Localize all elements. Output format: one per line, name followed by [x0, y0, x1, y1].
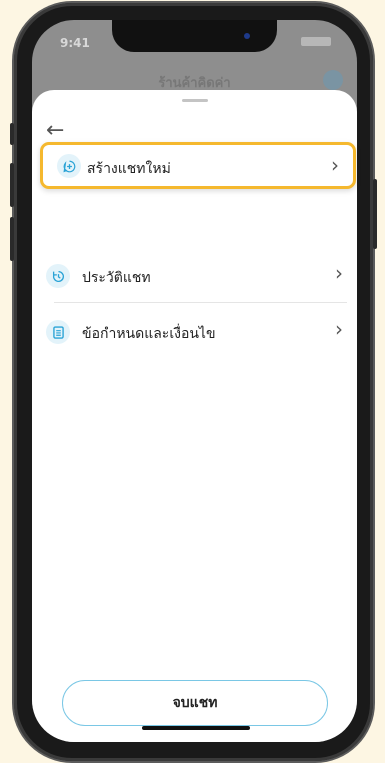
back-arrow-icon[interactable]: ← — [46, 120, 64, 142]
chevron-right-icon: › — [331, 153, 339, 177]
plus-circle-icon — [57, 154, 81, 178]
chevron-right-icon: › — [335, 317, 343, 341]
drag-handle[interactable] — [182, 99, 208, 102]
chevron-right-icon: › — [335, 261, 343, 285]
end-chat-button[interactable]: จบแชท — [62, 680, 328, 726]
volume-up-button — [10, 163, 14, 207]
status-time: 9:41 — [60, 36, 90, 50]
background-action-icon — [323, 70, 343, 90]
menu-item-new-chat[interactable]: สร้างแชทใหม่ › — [40, 142, 356, 189]
volume-down-button — [10, 217, 14, 261]
document-icon — [46, 320, 70, 344]
mute-switch — [10, 123, 14, 145]
menu-item-label: สร้างแชทใหม่ — [87, 161, 171, 177]
menu-item-label: ประวัติแชท — [82, 270, 151, 286]
camera-icon — [244, 33, 250, 39]
history-icon — [46, 264, 70, 288]
menu-item-history[interactable]: ประวัติแชท › — [32, 250, 357, 302]
power-button — [373, 179, 377, 249]
home-indicator — [142, 726, 250, 730]
menu-item-label: ข้อกำหนดและเงื่อนไข — [82, 326, 216, 342]
notch — [112, 20, 277, 52]
divider — [54, 302, 347, 303]
phone-screen: 9:41 ร้านค้าคิดค่า ← ประวัติแชท › ข้อกำห… — [32, 20, 357, 742]
menu-item-terms[interactable]: ข้อกำหนดและเงื่อนไข › — [32, 306, 357, 358]
battery-icon — [301, 37, 331, 46]
